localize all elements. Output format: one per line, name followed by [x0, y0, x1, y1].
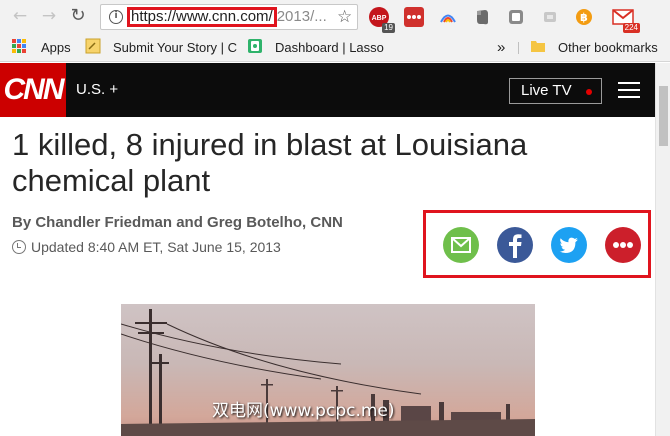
gmail-icon[interactable]: 224 — [612, 7, 640, 33]
live-dot-icon — [586, 89, 592, 95]
share-buttons — [423, 210, 651, 278]
reload-icon[interactable]: ↻ — [68, 6, 88, 26]
lasso-icon — [247, 38, 263, 54]
article-headline: 1 killed, 8 injured in blast at Louisian… — [12, 127, 528, 198]
live-tv-label: Live TV — [521, 82, 572, 99]
watermark: 双电网(www.pcpc.me) — [212, 401, 395, 421]
clock-icon — [12, 240, 26, 254]
page-scrollbar[interactable] — [655, 63, 670, 436]
url-text[interactable]: https://www.cnn.com/2013/... — [127, 7, 327, 27]
article-byline: By Chandler Friedman and Greg Botelho, C… — [12, 214, 343, 231]
url-highlight: https://www.cnn.com/ — [127, 7, 277, 27]
back-arrow-icon[interactable]: ← — [10, 6, 30, 26]
site-header: CNN U.S. + Live TV — [0, 63, 655, 117]
cnn-logo[interactable]: CNN — [0, 63, 66, 117]
bookmarks-bar: Apps Submit Your Story | C Dashboard | L… — [0, 34, 670, 62]
bookmarks-overflow[interactable]: » — [497, 39, 505, 57]
bookmark-star-icon[interactable]: ☆ — [337, 7, 352, 27]
evernote-icon[interactable] — [472, 7, 492, 27]
gray-ext-icon[interactable] — [540, 7, 560, 27]
info-icon[interactable]: i — [109, 10, 123, 24]
scrollbar-thumb[interactable] — [659, 86, 668, 146]
updated-text: Updated 8:40 AM ET, Sat June 15, 2013 — [31, 239, 281, 255]
svg-text:ABP: ABP — [372, 15, 387, 22]
bookmark-apps[interactable]: Apps — [41, 39, 71, 57]
dots-ext-icon[interactable] — [404, 7, 424, 27]
article-updated: Updated 8:40 AM ET, Sat June 15, 2013 — [12, 238, 281, 256]
bookmark-other[interactable]: Other bookmarks — [558, 39, 658, 57]
svg-text:฿: ฿ — [580, 11, 588, 24]
bookmark-dashboard[interactable]: Dashboard | Lasso — [275, 39, 384, 57]
twitter-share-icon[interactable] — [551, 227, 587, 263]
rainbow-ext-icon[interactable] — [438, 7, 458, 27]
bitcoin-ext-icon[interactable]: ฿ — [574, 7, 594, 27]
abp-icon[interactable]: ABP 19 — [369, 7, 395, 33]
edition-menu[interactable]: U.S. + — [76, 80, 118, 100]
more-share-icon[interactable] — [605, 227, 641, 263]
bookmark-submit-story[interactable]: Submit Your Story | C — [113, 39, 237, 57]
gmail-badge: 224 — [622, 23, 640, 33]
abp-badge: 19 — [382, 23, 395, 33]
folder-icon — [530, 38, 546, 54]
hamburger-menu-icon[interactable] — [618, 82, 640, 98]
live-tv-button[interactable]: Live TV — [509, 78, 602, 104]
bookmarks-divider — [518, 42, 519, 54]
apps-grid-icon[interactable] — [12, 39, 26, 53]
square-ext-icon[interactable] — [506, 7, 526, 27]
address-bar[interactable]: i https://www.cnn.com/2013/... ☆ — [100, 4, 358, 30]
email-share-icon[interactable] — [443, 227, 479, 263]
forward-arrow-icon[interactable]: → — [39, 6, 59, 26]
browser-toolbar: ← → ↻ i https://www.cnn.com/2013/... ☆ A… — [0, 0, 670, 34]
sticky-note-icon — [85, 38, 101, 54]
url-rest: 2013/... — [276, 8, 327, 25]
facebook-share-icon[interactable] — [497, 227, 533, 263]
